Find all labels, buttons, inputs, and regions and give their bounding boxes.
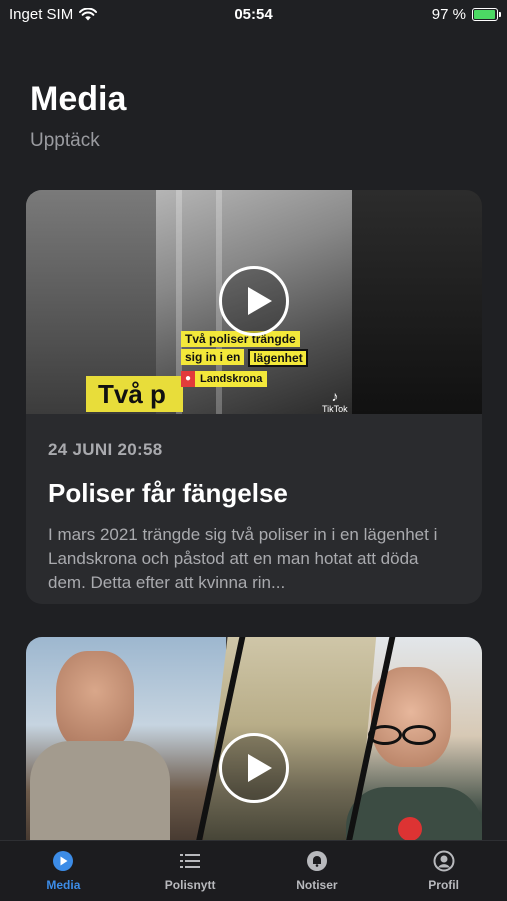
status-right: 97 % (431, 6, 501, 23)
video-thumbnail[interactable] (26, 637, 482, 857)
tab-label: Profil (428, 878, 459, 892)
tiktok-watermark-label: TikTok (322, 404, 348, 414)
microphone-image (398, 817, 422, 841)
media-card[interactable]: Två p Två poliser trängde sig in i en lä… (26, 190, 482, 604)
card-body: 24 JUNI 20:58 Poliser får fängelse I mar… (26, 414, 482, 604)
card-excerpt: I mars 2021 trängde sig två poliser in i… (48, 525, 438, 592)
battery-percent: 97 % (431, 6, 466, 23)
tab-label: Media (46, 878, 81, 892)
tab-media[interactable]: Media (0, 841, 127, 901)
location-pin-icon: ● (181, 371, 195, 387)
play-circle-icon (52, 850, 74, 872)
page-subtitle: Upptäck (30, 130, 100, 151)
thumbnail-panel-right (352, 190, 482, 414)
page-title: Media (30, 80, 127, 118)
tab-bar: Media Polisnytt Notiser Profil (0, 840, 507, 901)
caption-location: ● Landskrona (181, 371, 308, 387)
caption-line-2b: lägenhet (248, 349, 308, 367)
tab-label: Notiser (296, 878, 338, 892)
tiktok-watermark: ♪ TikTok (322, 388, 348, 414)
tab-profil[interactable]: Profil (380, 841, 507, 901)
battery-fill (474, 10, 496, 19)
thumbnail-caption-band: Två p (86, 376, 183, 412)
video-thumbnail[interactable]: Två p Två poliser trängde sig in i en lä… (26, 190, 482, 414)
play-icon[interactable] (219, 266, 289, 336)
caption-line-2: sig in i en lägenhet (181, 349, 308, 367)
user-icon (433, 850, 455, 872)
caption-line-2a: sig in i en (181, 349, 245, 365)
card-date: 24 JUNI 20:58 (48, 440, 163, 459)
list-icon (179, 850, 201, 872)
bell-icon (306, 850, 328, 872)
battery-icon (472, 8, 501, 21)
location-label: Landskrona (195, 371, 268, 387)
tab-label: Polisnytt (164, 878, 216, 892)
tab-polisnytt[interactable]: Polisnytt (127, 841, 254, 901)
card-headline[interactable]: Poliser får fängelse (48, 478, 460, 509)
play-icon[interactable] (219, 733, 289, 803)
person-image (56, 651, 134, 751)
glasses-image (368, 725, 454, 745)
status-bar: Inget SIM 05:54 97 % (0, 0, 507, 30)
thumbnail-caption: Två poliser trängde sig in i en lägenhet… (181, 330, 308, 387)
tiktok-logo-icon: ♪ (331, 388, 339, 404)
tab-notiser[interactable]: Notiser (254, 841, 381, 901)
media-card[interactable] (26, 637, 482, 857)
